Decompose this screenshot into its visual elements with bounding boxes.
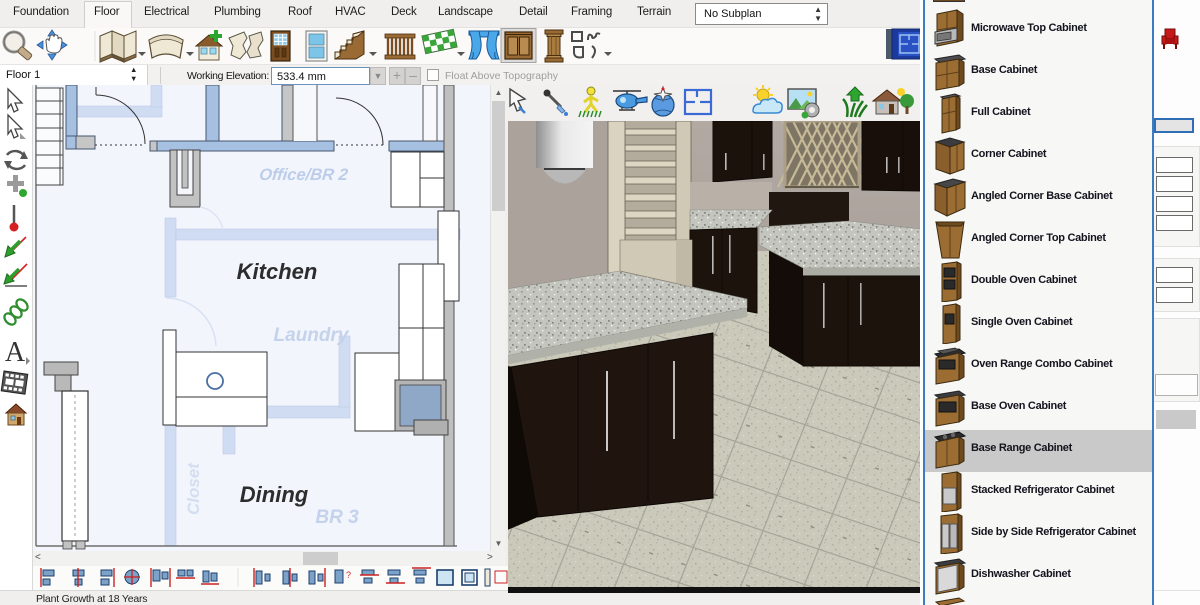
svg-text:?: ? bbox=[346, 570, 351, 580]
svg-text:Office/BR 2: Office/BR 2 bbox=[258, 165, 349, 184]
svg-text:BR 3: BR 3 bbox=[315, 507, 359, 528]
svg-text:A: A bbox=[5, 337, 26, 368]
svg-text:Kitchen: Kitchen bbox=[237, 259, 318, 284]
svg-text:Closet: Closet bbox=[184, 462, 203, 515]
svg-text:Dining: Dining bbox=[240, 482, 309, 507]
svg-text:Laundry: Laundry bbox=[274, 325, 350, 346]
